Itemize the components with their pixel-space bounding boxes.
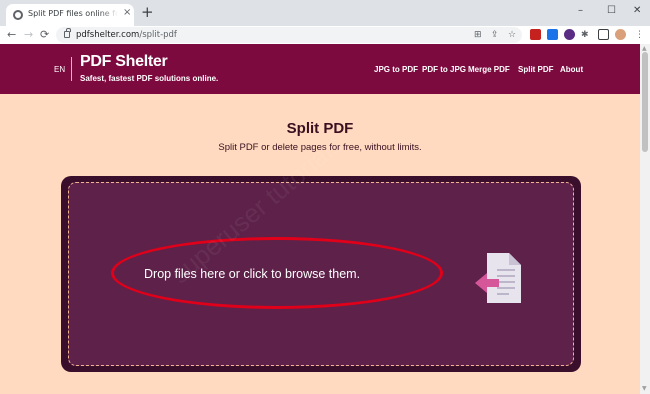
- nav-jpg-to-pdf[interactable]: JPG to PDF: [374, 65, 418, 74]
- menu-icon[interactable]: ⋮: [635, 29, 644, 41]
- header-divider: [71, 57, 72, 81]
- scroll-up-icon[interactable]: ▲: [642, 45, 647, 52]
- lock-icon[interactable]: [64, 28, 71, 38]
- reload-button[interactable]: ⟳: [40, 28, 49, 41]
- save-extension-icon[interactable]: [547, 29, 558, 40]
- scroll-thumb[interactable]: [642, 52, 648, 152]
- globe-icon: [13, 10, 23, 20]
- maximize-button[interactable]: ☐: [607, 5, 616, 16]
- download-extension-icon[interactable]: [564, 29, 575, 40]
- page-scrollbar[interactable]: ▲ ▼: [640, 44, 650, 394]
- nav-pdf-to-jpg[interactable]: PDF to JPG: [422, 65, 466, 74]
- sidepanel-icon[interactable]: [598, 29, 609, 40]
- browser-tab[interactable]: Split PDF files online for free, with ×: [6, 4, 134, 26]
- star-icon[interactable]: ☆: [508, 29, 516, 41]
- tab-strip: Split PDF files online for free, with × …: [0, 0, 650, 26]
- nav-split-pdf[interactable]: Split PDF: [518, 65, 554, 74]
- language-selector[interactable]: EN: [54, 65, 65, 74]
- nav-about[interactable]: About: [560, 65, 583, 74]
- site-header: EN PDF Shelter Safest, fastest PDF solut…: [0, 44, 640, 94]
- translate-icon[interactable]: ⊞: [474, 29, 482, 41]
- shield-extension-icon[interactable]: [530, 29, 541, 40]
- scroll-down-icon[interactable]: ▼: [642, 385, 647, 392]
- tab-title: Split PDF files online for free, with: [28, 9, 118, 18]
- new-tab-button[interactable]: +: [141, 5, 154, 20]
- highlight-ellipse: [111, 237, 443, 309]
- file-dropzone[interactable]: Drop files here or click to browse them.: [68, 182, 574, 366]
- browser-toolbar: ← → ⟳ pdfshelter.com/split-pdf ⊞ ⇪ ☆ ✱ ⋮: [0, 26, 650, 44]
- nav-merge-pdf[interactable]: Merge PDF: [468, 65, 510, 74]
- page-title: Split PDF: [286, 120, 354, 137]
- forward-button[interactable]: →: [24, 28, 33, 41]
- url-text: pdfshelter.com/split-pdf: [76, 30, 177, 40]
- close-window-button[interactable]: ✕: [633, 5, 641, 16]
- back-button[interactable]: ←: [7, 28, 16, 41]
- file-upload-icon: [475, 253, 521, 303]
- minimize-button[interactable]: –: [578, 5, 583, 16]
- puzzle-icon[interactable]: ✱: [581, 29, 589, 41]
- page-subtitle: Split PDF or delete pages for free, with…: [218, 142, 422, 153]
- profile-avatar[interactable]: [615, 29, 626, 40]
- share-icon[interactable]: ⇪: [491, 29, 499, 41]
- dropzone-container: Drop files here or click to browse them.: [61, 176, 581, 372]
- site-tagline: Safest, fastest PDF solutions online.: [80, 74, 219, 83]
- address-bar[interactable]: pdfshelter.com/split-pdf ⊞ ⇪ ☆: [56, 27, 522, 43]
- site-logo[interactable]: PDF Shelter: [80, 53, 168, 71]
- tab-close-icon[interactable]: ×: [123, 7, 131, 18]
- page-viewport: EN PDF Shelter Safest, fastest PDF solut…: [0, 44, 640, 394]
